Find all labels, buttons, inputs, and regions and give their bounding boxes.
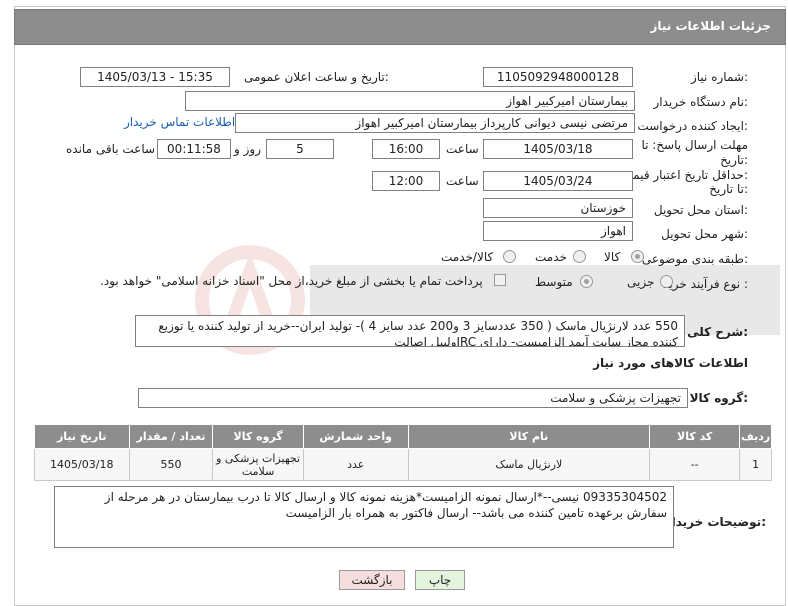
creator-label: ایجاد کننده درخواست: (637, 119, 748, 133)
reply-deadline-label: مهلت ارسال پاسخ: تا (641, 138, 748, 152)
goods-group-label: گروه کالا: (689, 391, 748, 405)
remaining-time-label: ساعت باقی مانده (66, 142, 156, 156)
category-goods-service-radio[interactable] (503, 250, 516, 263)
reply-deadline-label-2: تاریخ: (720, 153, 748, 167)
city-label: شهر محل تحویل: (661, 227, 748, 241)
days-label: روز و (234, 142, 261, 156)
price-validity-label-2: تا تاریخ: (709, 182, 748, 196)
announce-label: تاریخ و ساعت اعلان عمومی: (244, 70, 389, 84)
cell-qty: 550 (128, 448, 214, 481)
cell-unit: عدد (302, 448, 409, 481)
page-header: جزئیات اطلاعات نیاز (14, 9, 786, 45)
col-code: کد کالا (649, 424, 741, 449)
province-label: استان محل تحویل: (653, 203, 748, 217)
description-textarea[interactable]: 550 عدد لارنژیال ماسک ( 350 عددسایز 3 و2… (135, 315, 685, 347)
print-button[interactable]: چاپ (415, 570, 465, 590)
category-goods-label: کالا (604, 250, 621, 264)
cell-date: 1405/03/18 (34, 448, 130, 481)
process-medium-radio[interactable] (580, 275, 593, 288)
category-goods-service-label: کالا/خدمت (441, 250, 494, 264)
col-qty: تعداد / مقدار (128, 424, 214, 449)
creator-field: مرتضی نیسی دیوانی کارپرداز بیمارستان امی… (235, 113, 635, 133)
col-group: گروه کالا (212, 424, 304, 449)
category-goods-radio[interactable] (631, 250, 644, 263)
col-unit: واحد شمارش (302, 424, 409, 449)
cell-name: لارنژیال ماسک (407, 448, 651, 481)
price-validity-label: حداقل تاریخ اعتبار قیمت: (621, 168, 748, 182)
buyer-notes-textarea[interactable]: 09335304502 نیسی--*ارسال نمونه الزامیست*… (54, 486, 674, 548)
table-row: 1 -- لارنژیال ماسک عدد تجهیزات پزشکی و س… (34, 448, 772, 481)
goods-section-title: اطلاعات کالاهای مورد نیاز (593, 356, 748, 370)
col-name: نام کالا (407, 424, 651, 449)
col-row: ردیف (739, 424, 772, 449)
page-title: جزئیات اطلاعات نیاز (650, 19, 771, 33)
cell-row: 1 (739, 448, 772, 481)
treasury-payment-checkbox[interactable] (494, 274, 506, 286)
buyer-org-field: بیمارستان امیرکبیر اهواز (185, 91, 635, 111)
remaining-time-field: 00:11:58 (157, 139, 231, 159)
reply-time-field: 16:00 (372, 139, 440, 159)
announce-datetime-field: 1405/03/13 - 15:35 (80, 67, 230, 87)
process-minor-label: جزیی (627, 275, 655, 289)
back-button[interactable]: بازگشت (339, 570, 405, 590)
price-time-field: 12:00 (372, 171, 440, 191)
items-table-header-row: ردیف کد کالا نام کالا واحد شمارش گروه کا… (34, 424, 772, 449)
need-number-label: شماره نیاز: (690, 70, 748, 84)
category-service-radio[interactable] (573, 250, 586, 263)
process-minor-radio[interactable] (660, 275, 673, 288)
category-label: طبقه بندی موضوعی: (641, 252, 748, 266)
reply-time-label: ساعت (446, 142, 479, 156)
cell-code: -- (649, 448, 741, 481)
process-medium-label: متوسط (535, 275, 573, 289)
cell-group: تجهیزات پزشکی و سلامت (212, 448, 304, 481)
city-field: اهواز (483, 221, 633, 241)
process-label: نوع فرآیند خرید : (663, 277, 748, 291)
items-table: ردیف کد کالا نام کالا واحد شمارش گروه کا… (34, 424, 772, 481)
remaining-days-field: 5 (266, 139, 334, 159)
col-date: تاریخ نیاز (34, 424, 130, 449)
buyer-notes-label: توضیحات خریدار: (664, 515, 766, 529)
buyer-contact-link[interactable]: اطلاعات تماس خریدار (124, 115, 235, 129)
buyer-org-label: نام دستگاه خریدار: (653, 95, 749, 109)
province-field: خوزستان (483, 198, 633, 218)
price-date-field: 1405/03/24 (483, 171, 633, 191)
treasury-payment-note: پرداخت تمام یا بخشی از مبلغ خرید،از محل … (100, 274, 483, 288)
reply-date-field: 1405/03/18 (483, 139, 633, 159)
category-service-label: خدمت (535, 250, 567, 264)
goods-group-field: تجهیزات پزشکی و سلامت (138, 388, 688, 408)
price-time-label: ساعت (446, 174, 479, 188)
need-number-field: 1105092948000128 (483, 67, 633, 87)
